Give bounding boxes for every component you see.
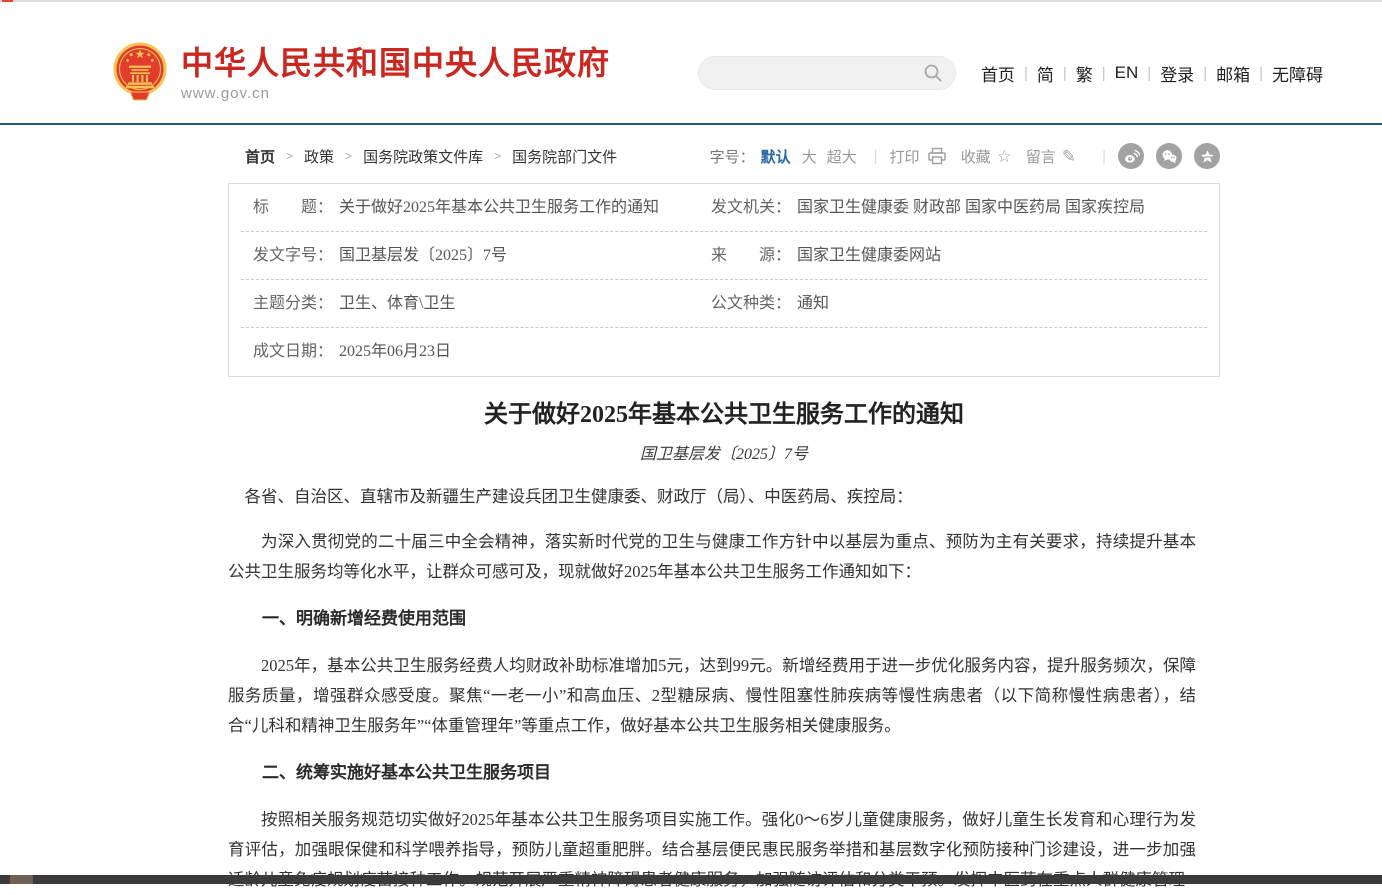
pencil-icon: ✎ (1062, 148, 1076, 165)
printer-icon (927, 147, 947, 165)
favorite-label: 收藏 (961, 146, 991, 167)
breadcrumb-separator: > (345, 149, 352, 163)
breadcrumb-policy[interactable]: 政策 (304, 146, 334, 167)
site-header: 中华人民共和国中央人民政府 www.gov.cn 首页 | 简 | 繁 | EN… (0, 2, 1382, 123)
nav-login[interactable]: 登录 (1151, 61, 1203, 86)
national-emblem-icon (113, 42, 167, 107)
site-url: www.gov.cn (181, 85, 610, 102)
meta-label-doc-type: 公文种类： (711, 293, 791, 315)
breadcrumb-separator: > (494, 149, 501, 163)
document-number: 国卫基层发〔2025〕7号 (228, 440, 1220, 464)
meta-label-source: 来 源： (711, 245, 791, 267)
meta-row: 标 题： 关于做好2025年基本公共卫生服务工作的通知 发文机关： 国家卫生健康… (241, 184, 1207, 232)
document-paragraph: 2025年，基本公共卫生服务经费人均财政补助标准增加5元，达到99元。新增经费用… (228, 651, 1196, 741)
meta-label-date: 成文日期： (253, 341, 333, 363)
bottom-window-edge (0, 875, 1382, 884)
search-input[interactable] (711, 65, 923, 81)
comment-label: 留言 (1026, 146, 1056, 167)
weibo-share-icon[interactable] (1118, 143, 1144, 169)
header-bottom-divider (0, 123, 1382, 125)
nav-accessibility[interactable]: 无障碍 (1263, 61, 1332, 86)
breadcrumb-policy-library[interactable]: 国务院政策文件库 (363, 146, 483, 167)
favorite-button[interactable]: 收藏 ☆ (961, 146, 1012, 167)
meta-value-doc-number: 国卫基层发〔2025〕7号 (333, 245, 507, 267)
meta-value-title: 关于做好2025年基本公共卫生服务工作的通知 (333, 197, 659, 219)
bottom-edge-light-segment (10, 875, 33, 884)
header-nav: 首页 | 简 | 繁 | EN | 登录 | 邮箱 | 无障碍 (972, 61, 1332, 86)
site-logo[interactable]: 中华人民共和国中央人民政府 www.gov.cn (113, 42, 610, 107)
breadcrumb-home[interactable]: 首页 (245, 146, 275, 167)
print-label: 打印 (890, 146, 920, 167)
font-size-large-button[interactable]: 大 (802, 146, 817, 167)
meta-value-doc-type: 通知 (791, 293, 829, 315)
breadcrumb-department-docs[interactable]: 国务院部门文件 (512, 146, 617, 167)
document-title: 关于做好2025年基本公共卫生服务工作的通知 (228, 399, 1220, 431)
nav-simplified[interactable]: 简 (1028, 61, 1063, 86)
meta-label-topic-category: 主题分类： (253, 293, 333, 315)
site-title[interactable]: 中华人民共和国中央人民政府 (181, 44, 610, 82)
star-icon: ☆ (997, 148, 1012, 165)
tools-divider: | (1102, 148, 1106, 165)
meta-label-doc-number: 发文字号： (253, 245, 333, 267)
meta-label-title: 标 题： (253, 197, 333, 219)
meta-value-source: 国家卫生健康委网站 (791, 245, 941, 267)
tools-divider: | (874, 148, 878, 165)
meta-value-topic-category: 卫生、体育\卫生 (333, 293, 455, 315)
font-size-xlarge-button[interactable]: 超大 (827, 146, 857, 167)
meta-value-issuing-agency: 国家卫生健康委 财政部 国家中医药局 国家疾控局 (791, 197, 1145, 219)
nav-home[interactable]: 首页 (972, 61, 1024, 86)
document-paragraph: 为深入贯彻党的二十届三中全会精神，落实新时代党的卫生与健康工作方针中以基层为重点… (228, 527, 1196, 587)
meta-label-issuing-agency: 发文机关： (711, 197, 791, 219)
wechat-share-icon[interactable] (1156, 143, 1182, 169)
nav-mail[interactable]: 邮箱 (1207, 61, 1259, 86)
document-salutation: 各省、自治区、直辖市及新疆生产建设兵团卫生健康委、财政厅（局）、中医药局、疾控局… (228, 482, 1196, 512)
meta-row: 主题分类： 卫生、体育\卫生 公文种类： 通知 (241, 280, 1207, 328)
meta-row: 成文日期： 2025年06月23日 (241, 328, 1207, 376)
nav-traditional[interactable]: 繁 (1067, 61, 1102, 86)
search-box[interactable] (698, 56, 956, 90)
meta-value-date: 2025年06月23日 (333, 341, 451, 363)
section-heading-1: 一、明确新增经费使用范围 (228, 604, 1196, 634)
search-icon[interactable] (923, 63, 943, 83)
breadcrumb-separator: > (286, 149, 293, 163)
document-meta-table: 标 题： 关于做好2025年基本公共卫生服务工作的通知 发文机关： 国家卫生健康… (228, 183, 1220, 377)
nav-english[interactable]: EN (1106, 63, 1148, 83)
comment-button[interactable]: 留言 ✎ (1026, 146, 1076, 167)
breadcrumb: 首页 > 政策 > 国务院政策文件库 > 国务院部门文件 (228, 146, 617, 167)
qzone-share-icon[interactable] (1194, 143, 1220, 169)
meta-row: 发文字号： 国卫基层发〔2025〕7号 来 源： 国家卫生健康委网站 (241, 232, 1207, 280)
font-size-default-button[interactable]: 默认 (761, 146, 791, 167)
font-size-label: 字号： (710, 146, 755, 167)
section-heading-2: 二、统筹实施好基本公共卫生服务项目 (228, 758, 1196, 788)
document-body: 各省、自治区、直辖市及新疆生产建设兵团卫生健康委、财政厅（局）、中医药局、疾控局… (228, 482, 1196, 895)
print-button[interactable]: 打印 (890, 146, 947, 167)
